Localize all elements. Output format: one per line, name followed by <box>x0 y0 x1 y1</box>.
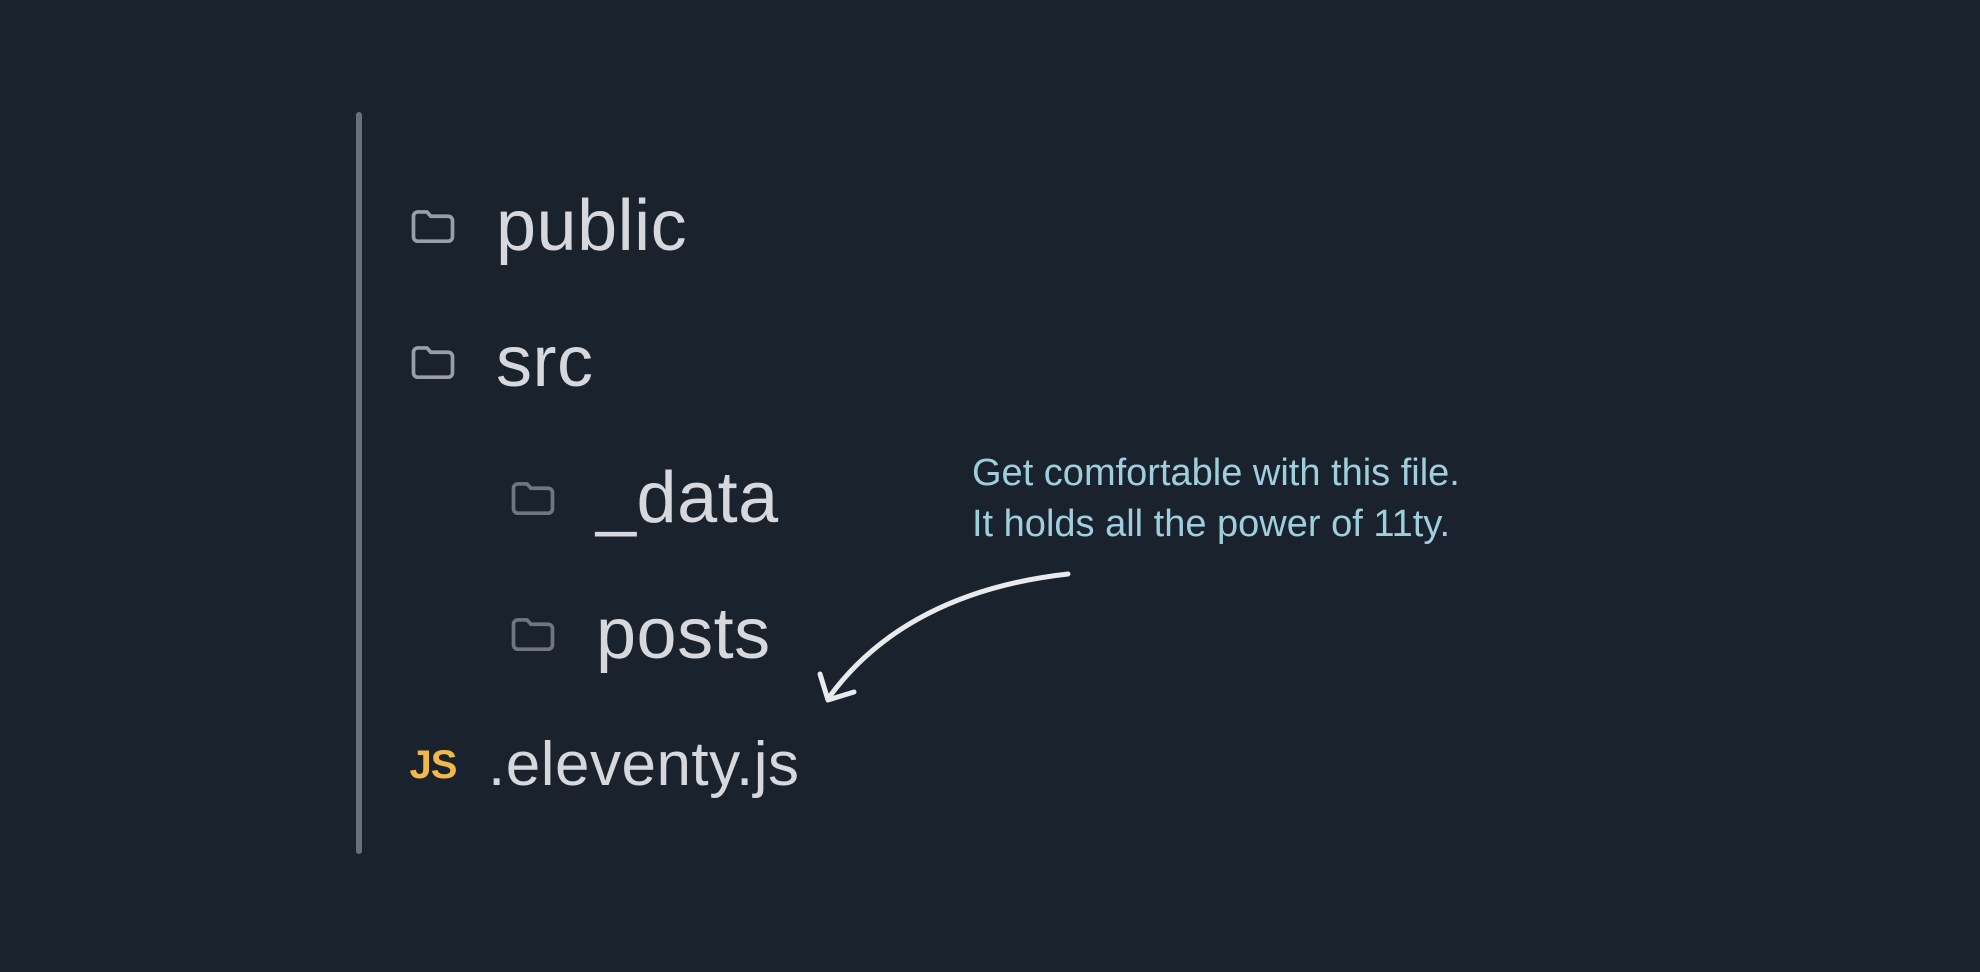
annotation-text: Get comfortable with this file. It holds… <box>972 448 1460 551</box>
folder-icon <box>404 197 462 255</box>
folder-icon <box>504 605 562 663</box>
vertical-rule <box>356 112 362 854</box>
js-file-icon: JS <box>404 736 462 794</box>
folder-icon <box>404 333 462 391</box>
tree-item-label: public <box>496 190 687 262</box>
annotation-line-1: Get comfortable with this file. <box>972 448 1460 499</box>
file-tree: public src _data posts JS .eleventy.js <box>404 190 800 860</box>
tree-item-folder[interactable]: posts <box>404 598 800 670</box>
tree-item-folder[interactable]: _data <box>404 462 800 534</box>
annotation-line-2: It holds all the power of 11ty. <box>972 499 1460 550</box>
tree-item-label: src <box>496 326 593 398</box>
folder-icon <box>504 469 562 527</box>
tree-item-file[interactable]: JS .eleventy.js <box>404 734 800 796</box>
js-icon-text: JS <box>410 743 457 788</box>
tree-item-label: _data <box>596 462 779 534</box>
tree-item-label: posts <box>596 598 771 670</box>
annotation-arrow <box>810 568 1070 708</box>
tree-item-folder[interactable]: src <box>404 326 800 398</box>
tree-item-label: .eleventy.js <box>488 734 800 796</box>
tree-item-folder[interactable]: public <box>404 190 800 262</box>
